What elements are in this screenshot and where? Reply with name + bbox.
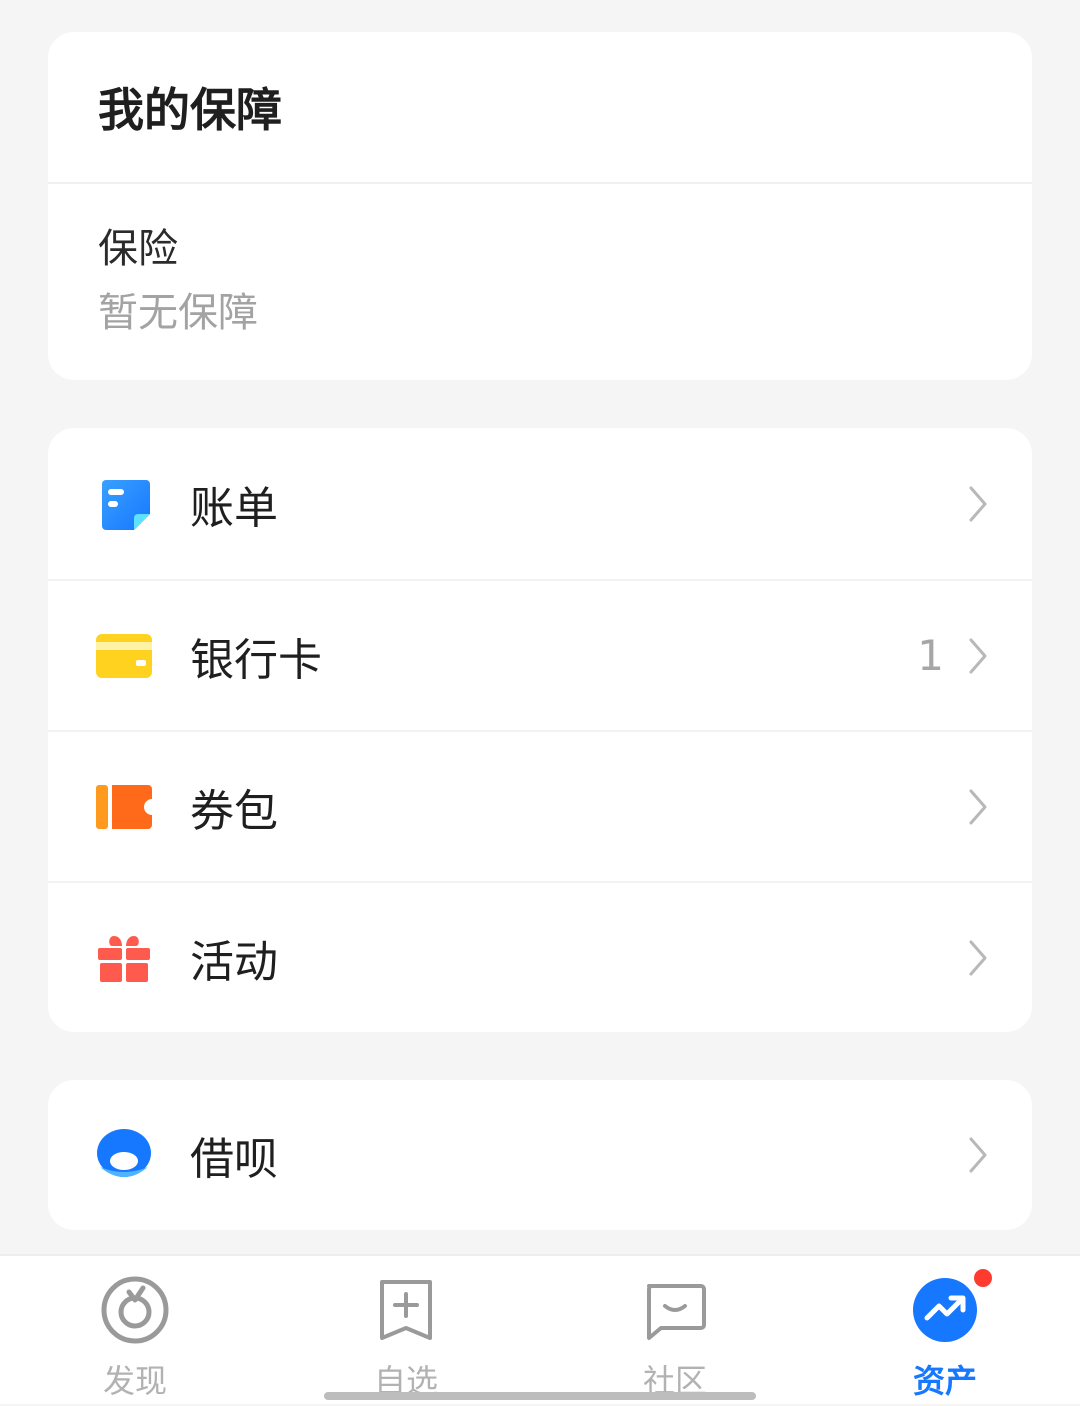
insurance-label: 保险	[98, 226, 178, 272]
assets-icon	[909, 1266, 995, 1346]
menu-item-label: 账单	[190, 482, 278, 534]
discover-icon	[99, 1274, 171, 1346]
bottom-tab-bar: 发现 自选 社区 资产	[0, 1254, 1080, 1404]
menu-item-label: 券包	[190, 785, 278, 837]
chevron-right-icon	[969, 940, 987, 975]
menu-item-label: 活动	[190, 936, 278, 988]
insurance-value: 暂无保障	[98, 290, 258, 336]
jiebei-label: 借呗	[190, 1134, 278, 1185]
tab-label: 资产	[912, 1362, 977, 1400]
insurance-entry[interactable]: 保险 暂无保障	[48, 184, 1032, 338]
chevron-right-icon	[969, 789, 987, 824]
tab-discover[interactable]: 发现	[35, 1256, 235, 1406]
tab-assets[interactable]: 资产	[845, 1256, 1045, 1406]
watchlist-icon	[370, 1274, 442, 1346]
tab-label: 发现	[102, 1362, 167, 1400]
jiebei-card: 借呗	[48, 1080, 1032, 1230]
tab-community[interactable]: 社区	[575, 1256, 775, 1406]
menu-item-coupon[interactable]: 券包	[48, 730, 1032, 881]
bank-card-count: 1	[917, 631, 944, 680]
menu-item-label: 银行卡	[190, 634, 322, 686]
community-icon	[639, 1274, 711, 1346]
assets-menu-card: 账单 银行卡 1 券包 活动	[48, 428, 1032, 1032]
gift-icon	[96, 930, 152, 986]
menu-item-bill[interactable]: 账单	[48, 428, 1032, 579]
jiebei-icon	[96, 1127, 152, 1183]
notification-badge	[971, 1266, 995, 1290]
chevron-right-icon	[969, 1137, 987, 1173]
bill-icon	[96, 476, 152, 532]
chevron-right-icon	[969, 486, 987, 521]
menu-item-activity[interactable]: 活动	[48, 881, 1032, 1032]
home-indicator[interactable]	[324, 1392, 756, 1400]
menu-item-bank-card[interactable]: 银行卡 1	[48, 579, 1032, 730]
chevron-right-icon	[969, 638, 987, 673]
protection-title: 我的保障	[48, 32, 1032, 184]
protection-card: 我的保障 保险 暂无保障	[48, 32, 1032, 380]
coupon-icon	[96, 779, 152, 835]
tab-watchlist[interactable]: 自选	[306, 1256, 506, 1406]
menu-item-jiebei[interactable]: 借呗	[48, 1080, 1032, 1230]
bank-card-icon	[96, 628, 152, 684]
